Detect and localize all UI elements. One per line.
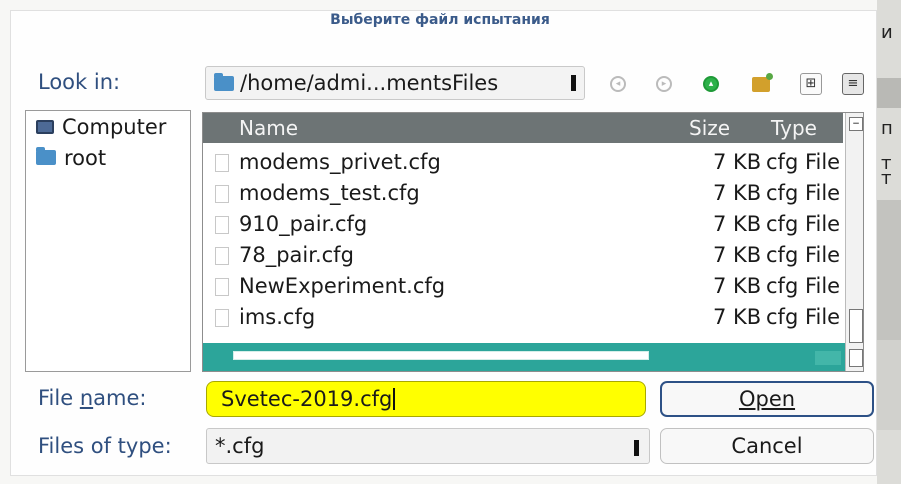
dropdown-arrow-icon: [634, 440, 639, 456]
file-row[interactable]: 910_pair.cfg 7 KB cfg File: [203, 210, 843, 240]
files-of-type-value: *.cfg: [215, 434, 265, 458]
file-icon: [215, 185, 229, 203]
file-name-label: File name:: [38, 386, 147, 410]
column-header-name[interactable]: Name: [239, 116, 298, 140]
back-icon: ◂: [610, 76, 626, 92]
file-row[interactable]: NewExperiment.cfg 7 KB cfg File: [203, 272, 843, 302]
file-type: cfg File: [766, 274, 841, 298]
file-name-input[interactable]: Svetec-2019.cfg: [206, 381, 646, 417]
dropdown-arrow-icon: [571, 75, 576, 91]
files-of-type-label: Files of type:: [38, 434, 172, 458]
file-size: 7 KB: [713, 212, 762, 236]
file-size: 7 KB: [713, 305, 762, 329]
file-icon: [215, 154, 229, 172]
file-icon: [215, 309, 229, 327]
detail-view-button[interactable]: ⊞: [797, 70, 825, 98]
sidebar-item-label: root: [64, 145, 107, 170]
dialog-title: Выберите файл испытания: [330, 12, 550, 28]
vertical-scroll-thumb[interactable]: [849, 309, 863, 343]
file-name: ims.cfg: [239, 305, 316, 329]
folder-icon: [214, 72, 234, 91]
horizontal-scroll-thumb[interactable]: [233, 351, 649, 360]
cancel-button-label: Cancel: [731, 434, 803, 458]
file-name: 78_pair.cfg: [239, 243, 354, 267]
file-type: cfg File: [766, 243, 841, 267]
forward-icon: ▸: [656, 76, 672, 92]
sidebar-item-computer[interactable]: Computer: [26, 111, 190, 142]
file-icon: [215, 278, 229, 296]
file-icon: [215, 216, 229, 234]
file-size: 7 KB: [713, 243, 762, 267]
vertical-scrollbar[interactable]: −: [845, 113, 863, 371]
back-button[interactable]: ◂: [604, 70, 632, 98]
file-name-value: Svetec-2019.cfg: [221, 387, 393, 411]
file-row[interactable]: modems_test.cfg 7 KB cfg File: [203, 179, 843, 209]
file-row[interactable]: 78_pair.cfg 7 KB cfg File: [203, 241, 843, 271]
files-of-type-combo[interactable]: *.cfg: [206, 428, 650, 464]
file-name: modems_test.cfg: [239, 181, 420, 205]
folder-icon: [36, 147, 56, 165]
horizontal-scrollbar[interactable]: [203, 343, 845, 371]
file-name: 910_pair.cfg: [239, 212, 368, 236]
file-size: 7 KB: [713, 274, 762, 298]
file-row[interactable]: ims.cfg 7 KB cfg File: [203, 303, 843, 333]
file-list-header: Name Size Type: [203, 113, 843, 143]
bg-char: и: [881, 22, 893, 43]
list-view-icon: ≡: [842, 73, 864, 95]
open-button[interactable]: Open: [660, 381, 874, 417]
file-name: modems_privet.cfg: [239, 150, 441, 174]
look-in-label: Look in:: [38, 70, 121, 94]
scroll-right-icon[interactable]: [815, 351, 841, 365]
list-view-button[interactable]: ≡: [839, 70, 867, 98]
look-in-combo[interactable]: /home/admi...mentsFiles: [205, 66, 585, 100]
new-folder-icon: [752, 72, 773, 92]
file-type: cfg File: [766, 181, 841, 205]
bg-char: т: [881, 168, 892, 189]
up-icon: ▴: [703, 76, 719, 92]
file-list: Name Size Type modems_privet.cfg 7 KB cf…: [202, 112, 864, 372]
open-button-label: Open: [738, 387, 796, 411]
up-button[interactable]: ▴: [697, 70, 725, 98]
detail-view-icon: ⊞: [800, 73, 822, 95]
file-size: 7 KB: [713, 150, 762, 174]
scroll-down-icon[interactable]: [849, 349, 863, 367]
bg-char: п: [881, 118, 893, 139]
scroll-up-icon[interactable]: −: [849, 117, 863, 131]
file-type: cfg File: [766, 150, 841, 174]
sidebar: Computer root: [25, 110, 191, 372]
forward-button[interactable]: ▸: [650, 70, 678, 98]
look-in-path: /home/admi...mentsFiles: [240, 71, 499, 95]
file-type: cfg File: [766, 212, 841, 236]
text-cursor: [393, 388, 396, 410]
file-name: NewExperiment.cfg: [239, 274, 446, 298]
column-header-type[interactable]: Type: [771, 116, 817, 140]
file-icon: [215, 247, 229, 265]
file-type: cfg File: [766, 305, 841, 329]
screen: и п т т Выберите файл испытания Look in:…: [0, 0, 901, 484]
file-size: 7 KB: [713, 181, 762, 205]
file-row[interactable]: modems_privet.cfg 7 KB cfg File: [203, 148, 843, 178]
background-window-edge: и п т т: [877, 0, 901, 484]
column-header-size[interactable]: Size: [689, 116, 730, 140]
cancel-button[interactable]: Cancel: [660, 428, 874, 464]
sidebar-item-label: Computer: [62, 114, 167, 139]
sidebar-item-root[interactable]: root: [26, 142, 190, 173]
new-folder-button[interactable]: [747, 70, 775, 98]
computer-icon: [36, 119, 54, 134]
